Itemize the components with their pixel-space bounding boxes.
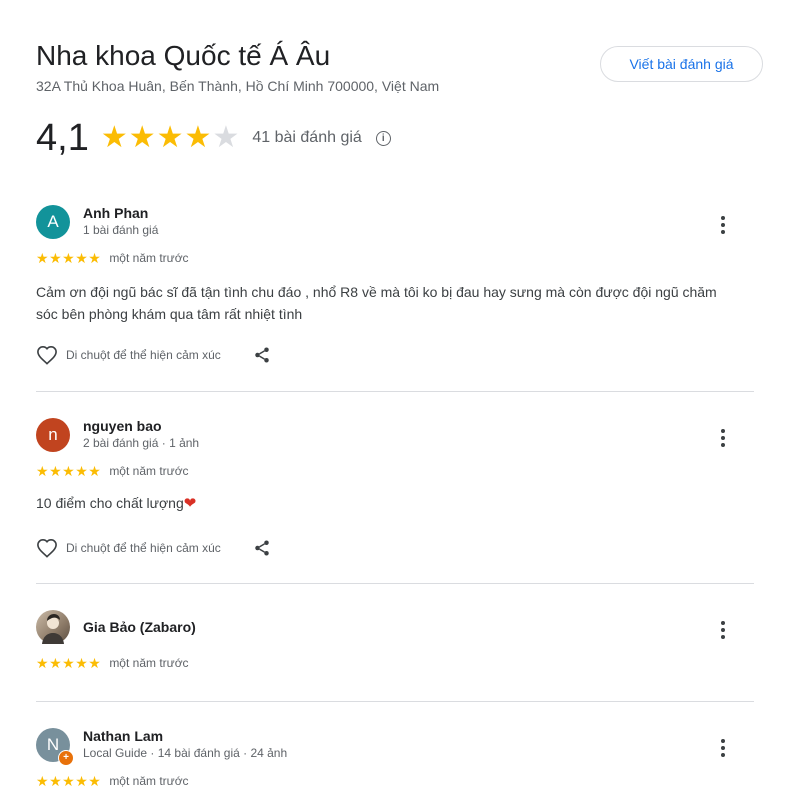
share-glyph [255,347,269,363]
star-icon: ★ [75,250,88,266]
review-rating: ★ ★ ★ ★ ★ một năm trước [36,464,189,478]
review-actions: Di chuột để thể hiện cảm xúc [36,345,271,365]
star-icon: ★ [62,250,75,266]
more-options-icon[interactable] [718,618,728,642]
review-card: N + Nathan Lam Local Guide · 14 bài đánh… [36,728,754,798]
review-text-body: 10 điểm cho chất lượng [36,495,184,511]
star-icon: ★ [184,121,212,154]
avatar-letter: n [48,425,58,444]
star-icon: ★ [75,463,88,479]
star-icon: ★ [49,250,62,266]
review-rating: ★ ★ ★ ★ ★ một năm trước [36,774,189,788]
star-icon: ★ [156,121,184,154]
review-count[interactable]: 41 bài đánh giá [252,129,361,147]
review-time: một năm trước [109,464,189,478]
share-icon[interactable] [253,346,271,364]
star-icon: ★ [128,121,156,154]
review-rating: ★ ★ ★ ★ ★ một năm trước [36,251,189,265]
rating-value: 4,1 [36,117,89,159]
review-text: Cảm ơn đội ngũ bác sĩ đã tận tình chu đá… [36,284,717,322]
share-glyph [255,540,269,556]
reviewer-name[interactable]: Nathan Lam [83,728,163,744]
reviewer-meta: 2 bài đánh giá · 1 ảnh [83,436,200,450]
reviewer-meta: 1 bài đánh giá [83,223,159,237]
review-time: một năm trước [109,251,189,265]
review-stars: ★ ★ ★ ★ ★ [36,656,101,670]
star-icon: ★ [49,463,62,479]
star-icon: ★ [36,463,49,479]
more-options-icon[interactable] [718,736,728,760]
react-button[interactable]: Di chuột để thể hiện cảm xúc [36,538,221,558]
person-photo-icon [42,614,64,644]
star-icon: ★ [62,463,75,479]
star-icon: ★ [36,250,49,266]
react-button[interactable]: Di chuột để thể hiện cảm xúc [36,345,221,365]
star-icon: ★ [36,773,49,789]
avatar[interactable]: N + [36,728,74,766]
star-empty-icon: ★ [212,121,240,154]
star-icon: ★ [88,773,101,789]
rating-summary: 4,1 ★ ★ ★ ★ ★ 41 bài đánh giá i [36,114,391,162]
info-icon[interactable]: i [375,130,391,146]
avatar[interactable]: A [36,205,70,239]
star-icon: ★ [36,655,49,671]
more-options-icon[interactable] [718,426,728,450]
star-icon: ★ [88,463,101,479]
rating-stars: ★ ★ ★ ★ ★ [101,123,241,153]
heart-outline-icon [37,538,57,558]
star-icon: ★ [75,773,88,789]
write-review-button[interactable]: Viết bài đánh giá [600,46,763,82]
star-icon: ★ [75,655,88,671]
review-text: 10 điểm cho chất lượng❤ [36,492,736,515]
review-card: A Anh Phan 1 bài đánh giá ★ ★ ★ ★ ★ một năm … [36,205,754,375]
avatar-photo[interactable] [36,610,70,644]
more-options-icon[interactable] [718,213,728,237]
star-icon: ★ [88,250,101,266]
star-icon: ★ [62,773,75,789]
reviewer-name[interactable]: nguyen bao [83,418,162,434]
review-time: một năm trước [109,656,189,670]
star-icon: ★ [49,773,62,789]
reviewer-name[interactable]: Gia Bảo (Zabaro) [83,619,196,635]
avatar-letter: A [47,212,59,231]
react-label: Di chuột để thể hiện cảm xúc [66,348,221,362]
review-card: Gia Bảo (Zabaro) ★ ★ ★ ★ ★ một năm trước [36,610,754,680]
local-guide-badge-icon: + [58,750,74,766]
review-stars: ★ ★ ★ ★ ★ [36,251,101,265]
reviewer-meta: Local Guide · 14 bài đánh giá · 24 ảnh [83,746,288,760]
star-icon: ★ [62,655,75,671]
divider [36,583,754,584]
avatar[interactable]: n [36,418,70,452]
review-stars: ★ ★ ★ ★ ★ [36,464,101,478]
reviewer-name[interactable]: Anh Phan [83,205,148,221]
divider [36,391,754,392]
avatar-letter: N [46,735,60,754]
star-icon: ★ [49,655,62,671]
review-rating: ★ ★ ★ ★ ★ một năm trước [36,656,189,670]
star-icon: ★ [100,121,128,154]
heart-emoji: ❤ [183,495,197,512]
divider [36,701,754,702]
star-icon: ★ [88,655,101,671]
review-time: một năm trước [109,774,189,788]
review-card: n nguyen bao 2 bài đánh giá · 1 ảnh ★ ★ ★ ★… [36,418,754,568]
share-icon[interactable] [253,539,271,557]
heart-outline-icon [37,345,57,365]
react-label: Di chuột để thể hiện cảm xúc [66,541,221,555]
review-stars: ★ ★ ★ ★ ★ [36,774,101,788]
review-actions: Di chuột để thể hiện cảm xúc [36,538,271,558]
